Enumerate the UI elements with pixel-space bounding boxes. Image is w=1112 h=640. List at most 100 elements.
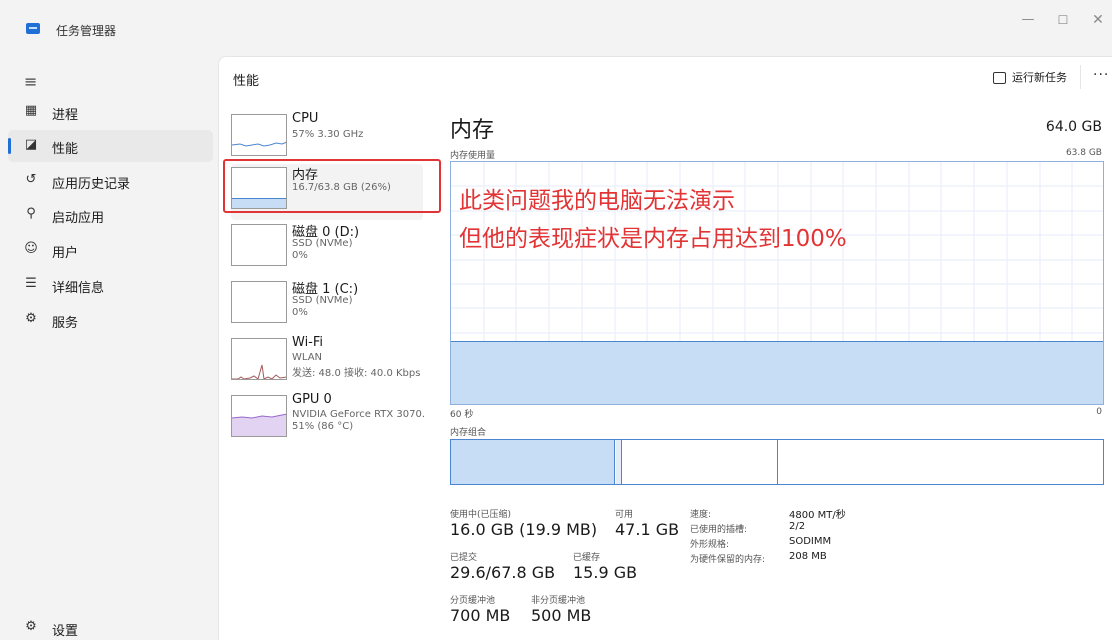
cpu-thumbnail	[231, 114, 287, 156]
memory-usage-label: 内存使用量	[450, 151, 496, 161]
composition-free	[779, 440, 1103, 484]
device-sub: 0%	[292, 307, 308, 318]
performance-icon: ◪	[24, 137, 38, 152]
sidebar-item-label: 服务	[52, 316, 79, 331]
memory-title: 内存	[450, 118, 495, 143]
speed-value: 4800 MT/秒	[789, 510, 846, 521]
main-panel: 性能 运行新任务 ··· CPU 57% 3.30 GHz 内存 16.7/63…	[218, 56, 1112, 640]
sidebar-item-startup[interactable]: ⚲ 启动应用	[8, 199, 213, 231]
annotation-line-1: 此类问题我的电脑无法演示	[459, 188, 735, 214]
cached-value: 15.9 GB	[573, 563, 638, 582]
active-indicator	[8, 138, 11, 154]
device-disk-0[interactable]: 磁盘 0 (D:) SSD (NVMe) 0%	[231, 221, 423, 277]
sidebar-item-label: 应用历史记录	[52, 177, 131, 192]
sidebar-item-services[interactable]: ⚙ 服务	[8, 304, 213, 336]
device-sub: 57% 3.30 GHz	[292, 129, 364, 140]
sidebar-item-label: 进程	[52, 108, 79, 123]
memory-composition-label: 内存组合	[450, 428, 487, 438]
device-gpu[interactable]: GPU 0 NVIDIA GeForce RTX 3070. 51% (86 °…	[231, 392, 426, 448]
run-new-task-button[interactable]: 运行新任务	[993, 69, 1067, 85]
history-icon: ↺	[25, 172, 37, 187]
memory-total: 64.0 GB	[1045, 119, 1102, 135]
form-factor-value: SODIMM	[789, 536, 832, 547]
disk1-thumbnail	[231, 281, 287, 323]
composition-in-use	[451, 440, 615, 484]
wifi-sparkline	[232, 364, 286, 379]
close-button[interactable]: ✕	[1084, 10, 1112, 30]
hamburger-icon[interactable]: ≡	[24, 72, 37, 91]
form-factor-label: 外形规格:	[690, 540, 730, 550]
sidebar-item-details[interactable]: ☰ 详细信息	[8, 269, 213, 301]
services-icon: ⚙	[25, 311, 37, 326]
available-label: 可用	[615, 510, 634, 520]
device-sub: 51% (86 °C)	[292, 421, 354, 432]
settings-icon: ⚙	[25, 619, 37, 634]
memory-usage-fill	[451, 341, 1103, 404]
page-title: 性能	[233, 74, 260, 89]
wifi-thumbnail	[231, 338, 287, 380]
device-sub: SSD (NVMe)	[292, 295, 353, 306]
cached-label: 已缓存	[573, 553, 601, 563]
speed-label: 速度:	[690, 510, 712, 520]
paged-pool-value: 700 MB	[450, 606, 511, 625]
processes-icon: ▦	[24, 103, 38, 118]
users-icon: ☺	[24, 241, 38, 256]
more-options-button[interactable]: ···	[1093, 67, 1109, 83]
slots-value: 2/2	[789, 521, 806, 532]
graph-time-start: 60 秒	[450, 410, 474, 420]
run-task-label: 运行新任务	[1012, 71, 1067, 84]
maximize-button[interactable]: ☐	[1049, 10, 1077, 30]
device-sub: 0%	[292, 250, 308, 261]
gpu-sparkline	[232, 413, 286, 436]
device-sub: WLAN	[292, 352, 323, 363]
annotation-line-2: 但他的表现症状是内存占用达到100%	[459, 226, 847, 252]
nonpaged-pool-label: 非分页缓冲池	[531, 596, 586, 606]
graph-time-end: 0	[1096, 407, 1102, 417]
run-task-icon	[993, 72, 1006, 84]
sidebar-item-settings[interactable]: ⚙ 设置	[8, 612, 213, 640]
title-bar: 任务管理器 — ☐ ✕	[0, 0, 1112, 56]
slots-label: 已使用的插槽:	[690, 525, 748, 535]
divider	[1080, 65, 1081, 89]
sidebar-item-label: 启动应用	[52, 211, 105, 226]
device-name: GPU 0	[292, 392, 332, 407]
reserved-label: 为硬件保留的内存:	[690, 555, 766, 565]
available-value: 47.1 GB	[615, 520, 680, 539]
sidebar-item-performance[interactable]: ◪ 性能	[8, 130, 213, 162]
in-use-value: 16.0 GB (19.9 MB)	[450, 520, 598, 539]
minimize-button[interactable]: —	[1014, 10, 1042, 30]
details-icon: ☰	[25, 276, 37, 291]
in-use-label: 使用中(已压缩)	[450, 510, 512, 520]
memory-usage-max: 63.8 GB	[1065, 148, 1102, 158]
composition-modified	[616, 440, 622, 484]
sidebar: ≡ ▦ 进程 ◪ 性能 ↺ 应用历史记录 ⚲ 启动应用 ☺ 用户 ☰ 详细信息 …	[0, 56, 218, 640]
task-manager-icon	[26, 23, 40, 34]
paged-pool-label: 分页缓冲池	[450, 596, 496, 606]
device-sub: 发送: 48.0 接收: 40.0 Kbps	[292, 368, 421, 379]
app-title: 任务管理器	[56, 24, 117, 38]
cpu-sparkline	[232, 141, 286, 147]
memory-composition-bar	[450, 439, 1104, 485]
sidebar-item-processes[interactable]: ▦ 进程	[8, 96, 213, 128]
composition-standby	[623, 440, 778, 484]
device-wifi[interactable]: Wi-Fi WLAN 发送: 48.0 接收: 40.0 Kbps	[231, 335, 423, 391]
highlight-box	[223, 159, 441, 213]
sidebar-item-label: 详细信息	[52, 281, 105, 296]
reserved-value: 208 MB	[789, 551, 827, 562]
disk0-thumbnail	[231, 224, 287, 266]
device-disk-1[interactable]: 磁盘 1 (C:) SSD (NVMe) 0%	[231, 278, 423, 334]
device-name: Wi-Fi	[292, 335, 324, 350]
nonpaged-pool-value: 500 MB	[531, 606, 592, 625]
sidebar-item-label: 用户	[52, 246, 79, 261]
device-sub: SSD (NVMe)	[292, 238, 353, 249]
sidebar-item-app-history[interactable]: ↺ 应用历史记录	[8, 165, 213, 197]
device-name: CPU	[292, 111, 319, 126]
gpu-thumbnail	[231, 395, 287, 437]
committed-label: 已提交	[450, 553, 478, 563]
device-sub: NVIDIA GeForce RTX 3070.	[292, 409, 426, 420]
sidebar-item-users[interactable]: ☺ 用户	[8, 234, 213, 266]
sidebar-item-label: 设置	[52, 624, 79, 639]
sidebar-item-label: 性能	[52, 142, 79, 157]
committed-value: 29.6/67.8 GB	[450, 563, 556, 582]
startup-icon: ⚲	[26, 206, 36, 221]
